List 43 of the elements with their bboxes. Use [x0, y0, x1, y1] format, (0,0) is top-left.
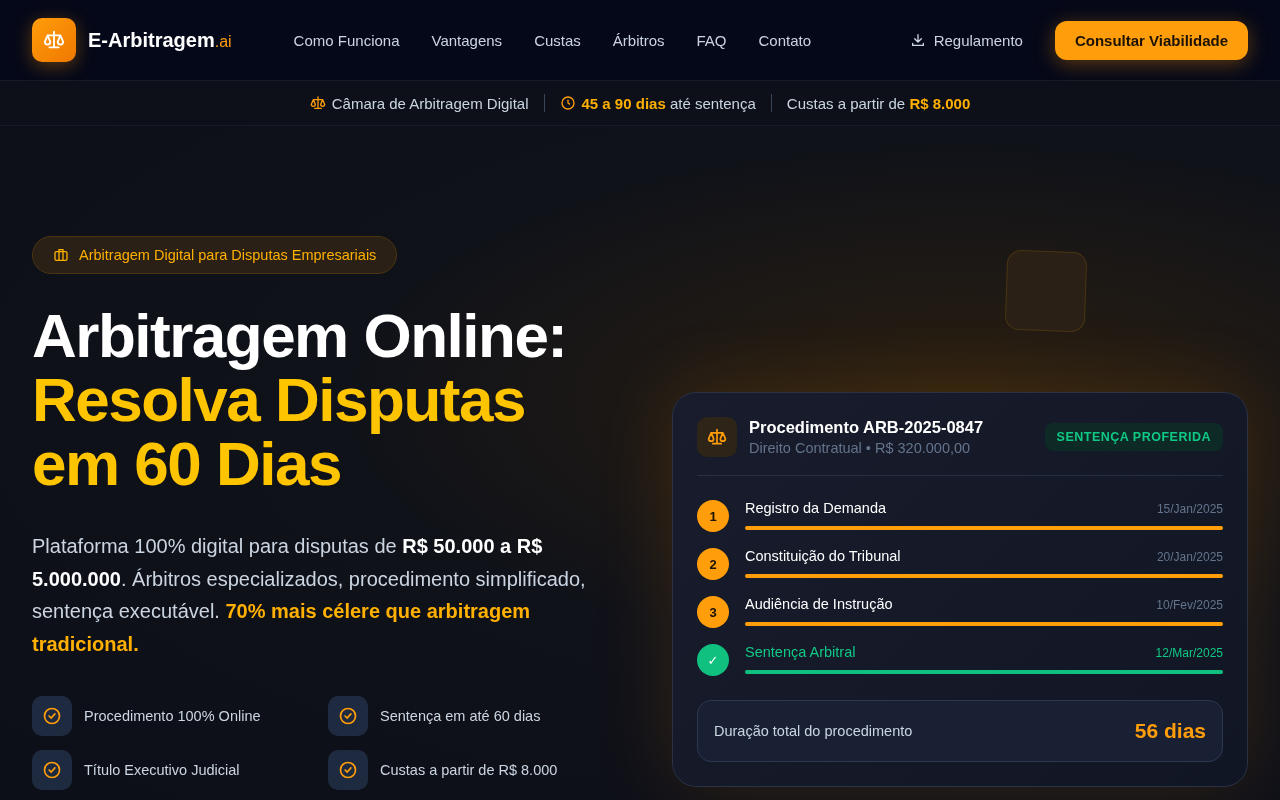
scale-icon: [707, 427, 727, 447]
case-title: Procedimento ARB-2025-0847: [749, 418, 984, 437]
feature-text: Sentença em até 60 dias: [380, 708, 541, 724]
badge-text: Arbitragem Digital para Disputas Empresariais: [79, 247, 377, 263]
nav-link[interactable]: Vantagens: [431, 31, 503, 49]
logo-icon[interactable]: [32, 18, 76, 62]
step-label: Sentença Arbitral: [745, 644, 856, 660]
step-number: 3: [697, 596, 729, 628]
step-label: Audiência de Instrução: [745, 596, 893, 612]
nav-link[interactable]: Custas: [534, 31, 581, 49]
step-label: Registro da Demanda: [745, 500, 887, 516]
total-value: 56 dias: [1134, 719, 1206, 743]
consult-button[interactable]: Consultar Viabilidade: [1054, 20, 1248, 60]
info-text: Câmara de Arbitragem Digital: [331, 94, 529, 112]
scale-icon: [309, 95, 326, 111]
step-date: 20/Jan/2025: [1156, 550, 1223, 564]
feature-text: Procedimento 100% Online: [84, 708, 261, 724]
step-label: Constituição do Tribunal: [745, 548, 901, 564]
total-label: Duração total do procedimento: [714, 723, 913, 739]
download-icon: [909, 32, 926, 48]
step-number: 1: [697, 500, 729, 532]
scale-icon: [43, 29, 65, 51]
download-link[interactable]: Regulamento: [933, 31, 1023, 49]
nav-link[interactable]: Árbitros: [612, 31, 665, 49]
brand-name[interactable]: E-Arbitragem.ai: [88, 28, 232, 52]
info-text: 45 a 90 dias até sentença: [581, 94, 756, 112]
step-date: 12/Mar/2025: [1155, 646, 1223, 660]
step-date: 15/Jan/2025: [1156, 502, 1223, 516]
hero-description: Plataforma 100% digital para disputas de R$ 50.000 a R$ 5.000.000. Árbitros especializados, procedimento simplificado, sentença executável. 70% mais célere que arbitragem tradicional.: [32, 534, 587, 657]
status-badge: SENTENÇA PROFERIDA: [1044, 423, 1223, 451]
step-number: 2: [697, 548, 729, 580]
clock-icon: [559, 95, 576, 111]
feature-text: Título Executivo Judicial: [84, 762, 240, 778]
feature-text: Custas a partir de R$ 8.000: [380, 762, 558, 778]
nav-link[interactable]: Contato: [758, 31, 812, 49]
info-text: Custas a partir de R$ 8.000: [786, 94, 971, 112]
hero-title: Arbitragem Online: Resolva Disputas em 60 Dias: [32, 304, 568, 496]
check-marker: ✓: [697, 644, 729, 676]
briefcase-icon: [53, 247, 69, 263]
step-date: 10/Fev/2025: [1156, 598, 1223, 612]
nav-link[interactable]: FAQ: [696, 31, 727, 49]
nav-link[interactable]: Como Funciona: [293, 31, 400, 49]
case-subtitle: Direito Contratual • R$ 320.000,00: [749, 440, 972, 456]
